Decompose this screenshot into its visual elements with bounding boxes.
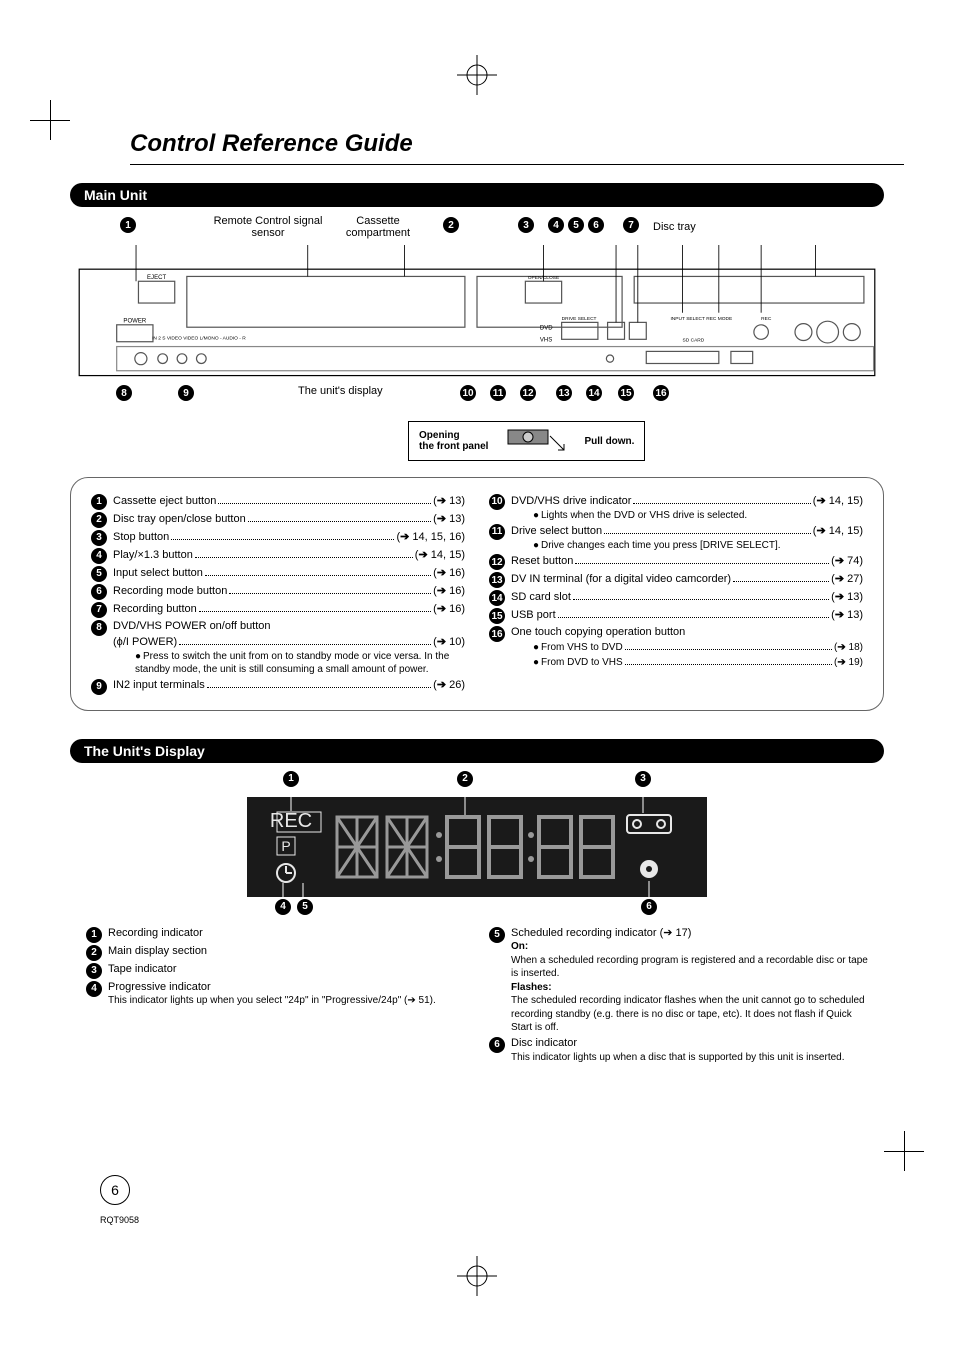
svg-text:SD CARD: SD CARD [683,338,705,344]
svg-text:INPUT SELECT REC MODE: INPUT SELECT REC MODE [670,316,733,322]
front-panel-icon [506,428,566,454]
registration-mark-bottom [457,1256,497,1296]
d-callout-6: 6 [641,899,657,915]
d-callout-3: 3 [635,771,651,787]
display-legend-item: 5Scheduled recording indicator (➔ 17)On:… [489,926,868,1035]
page-title: Control Reference Guide [130,130,904,158]
callout-7: 7 [623,217,639,233]
svg-text:DRIVE SELECT: DRIVE SELECT [562,316,597,322]
main-unit-legend: 1Cassette eject button (➔ 13)2Disc tray … [70,477,884,711]
callout-6: 6 [588,217,604,233]
d-callout-4: 4 [275,899,291,915]
callout-9: 9 [178,385,194,401]
main-unit-header: Main Unit [70,183,884,207]
svg-text:REC: REC [761,316,772,322]
label-remote-sensor: Remote Control signal sensor [208,215,328,239]
legend-item: 4Play/×1.3 button (➔ 14, 15) [91,547,465,564]
callout-5: 5 [568,217,584,233]
main-unit-diagram: 1 Remote Control signal sensor Cassette … [70,215,884,461]
d-callout-5: 5 [297,899,313,915]
callout-13: 13 [556,385,572,401]
d-callout-1: 1 [283,771,299,787]
title-rule [130,164,904,165]
legend-item: 5Input select button (➔ 16) [91,565,465,582]
callout-3: 3 [518,217,534,233]
crop-mark-br [884,1131,924,1171]
display-legend-item: 2Main display section [86,944,465,961]
callout-15: 15 [618,385,634,401]
callout-16: 16 [653,385,669,401]
callout-14: 14 [586,385,602,401]
display-legend-item: 3Tape indicator [86,962,465,979]
legend-item: 1Cassette eject button (➔ 13) [91,493,465,510]
legend-item: 13DV IN terminal (for a digital video ca… [489,571,863,588]
label-cassette: Cassette compartment [328,215,428,239]
legend-item: 6Recording mode button (➔ 16) [91,583,465,600]
svg-text:EJECT: EJECT [147,275,166,281]
legend-item: 7Recording button (➔ 16) [91,601,465,618]
display-legend-item: 6Disc indicatorThis indicator lights up … [489,1036,868,1064]
crop-mark-tl [30,100,70,140]
callout-10: 10 [460,385,476,401]
legend-item: 11Drive select button (➔ 14, 15)●Drive c… [489,523,863,552]
legend-item: 15USB port (➔ 13) [489,607,863,624]
document-id: RQT9058 [100,1215,139,1225]
svg-text:IN 2 S VIDEO VIDEO L: IN 2 S VIDEO VIDEO L/MONO - AUDIO - R [152,335,246,341]
legend-item: 2Disc tray open/close button (➔ 13) [91,511,465,528]
callout-11: 11 [490,385,506,401]
label-unit-display: The unit's display [298,385,383,397]
legend-item: 16One touch copying operation button●Fro… [489,625,863,669]
display-legend: 1Recording indicator2Main display sectio… [70,925,884,1066]
legend-item: 10DVD/VHS drive indicator (➔ 14, 15)●Lig… [489,493,863,522]
display-legend-item: 4Progressive indicatorThis indicator lig… [86,980,465,1008]
callout-2: 2 [443,217,459,233]
callout-12: 12 [520,385,536,401]
callout-1: 1 [120,217,136,233]
svg-text:P: P [281,838,290,854]
display-header: The Unit's Display [70,739,884,763]
display-legend-item: 1Recording indicator [86,926,465,943]
svg-text:VHS: VHS [540,338,552,344]
d-callout-2: 2 [457,771,473,787]
unit-illustration: EJECT POWER OPEN/CLOSE IN 2 S VIDEO VIDE… [78,245,876,378]
legend-item: 3Stop button (➔ 14, 15, 16) [91,529,465,546]
svg-text:POWER: POWER [123,318,146,324]
registration-mark-top [457,55,497,95]
legend-item: 9IN2 input terminals (➔ 26) [91,678,465,695]
svg-text:DVD: DVD [540,326,553,332]
page-number: 6 [100,1175,130,1205]
svg-text:REC: REC [270,810,312,832]
callout-8: 8 [116,385,132,401]
display-illustration: REC P [247,797,707,897]
callout-4: 4 [548,217,564,233]
legend-item: 14SD card slot (➔ 13) [489,589,863,606]
legend-item: 12Reset button (➔ 74) [489,553,863,570]
label-disc-tray: Disc tray [653,221,696,233]
legend-item: 8DVD/VHS POWER on/off button(ϕ/I POWER) … [91,619,465,677]
front-panel-note: Opening the front panel Pull down. [408,421,645,461]
